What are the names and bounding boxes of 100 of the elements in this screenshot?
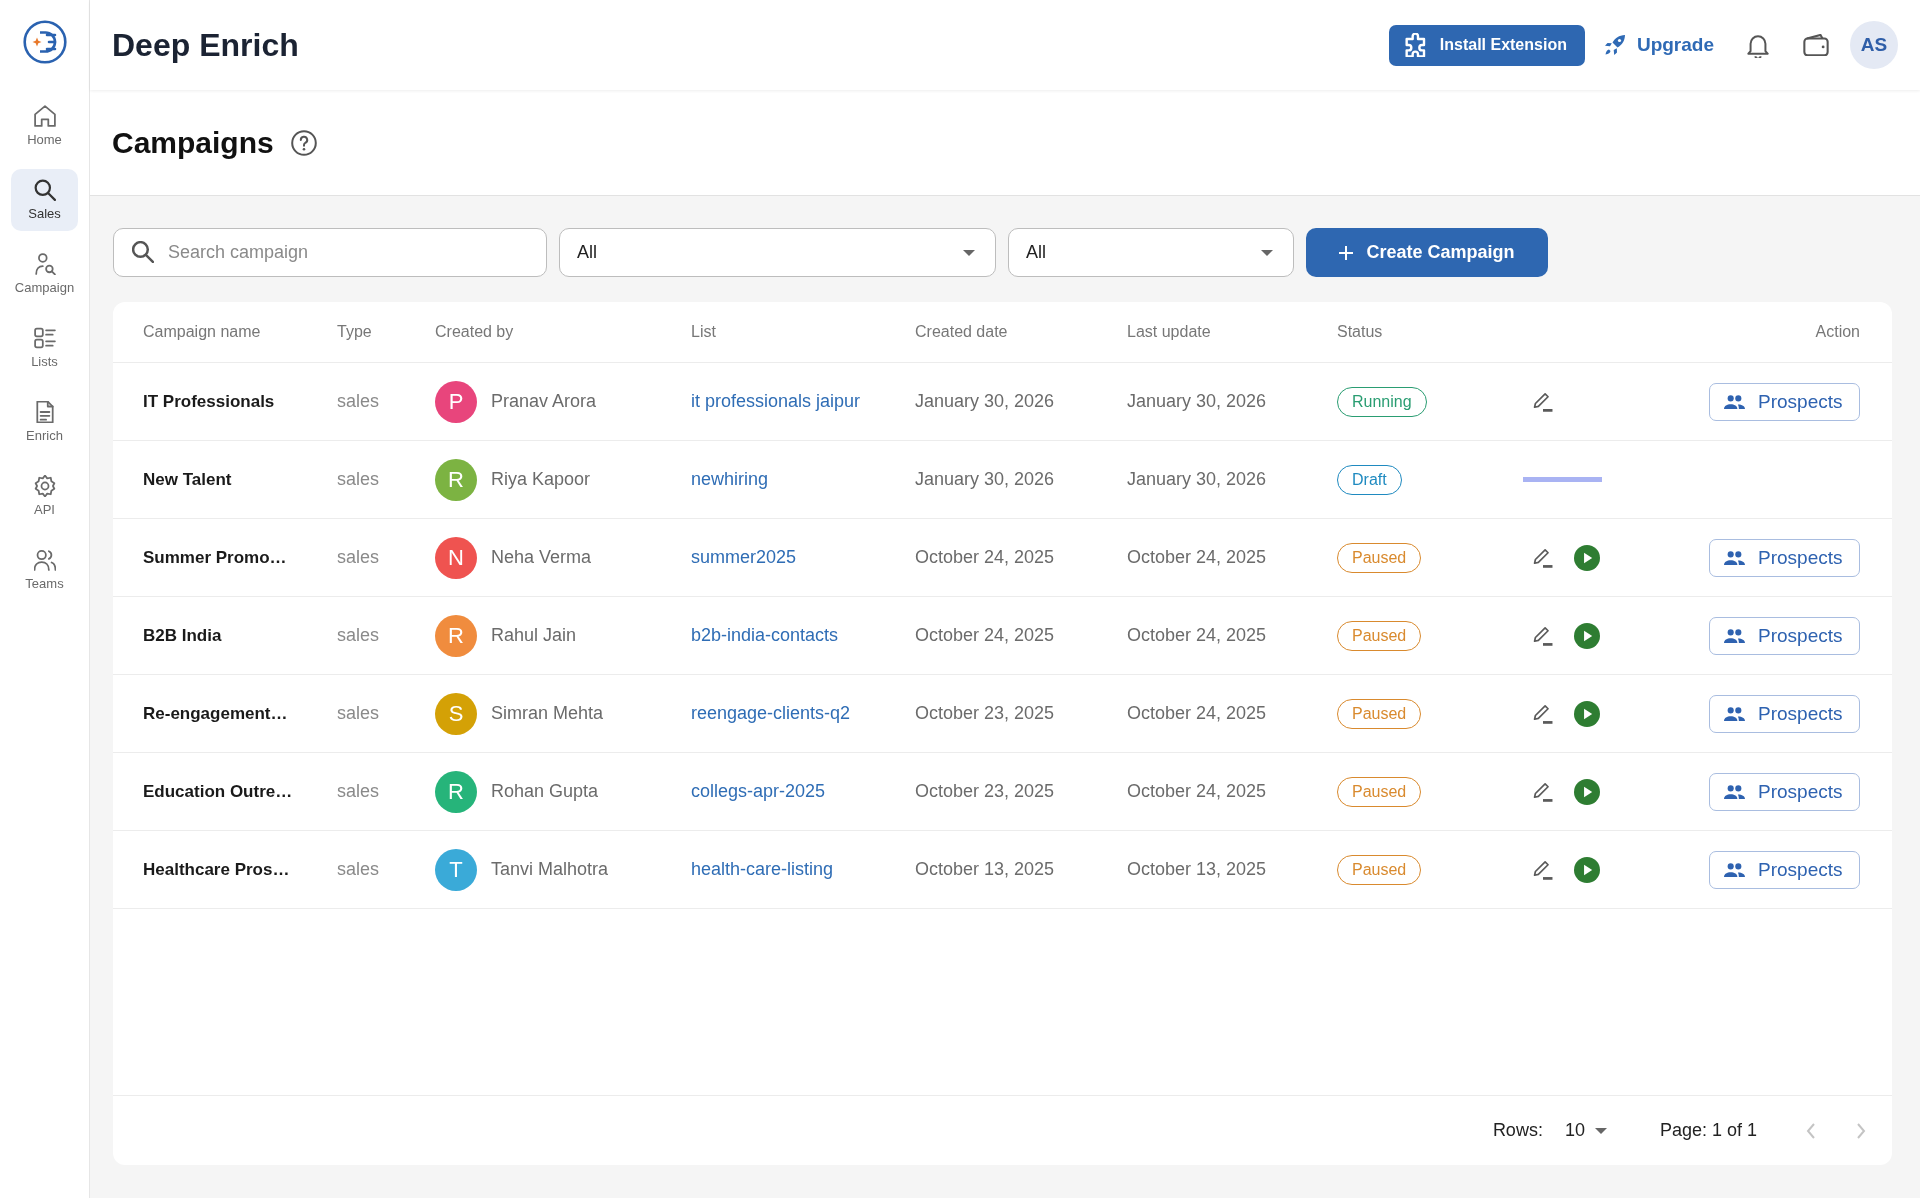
sidebar-item[interactable]: Teams bbox=[11, 539, 78, 601]
pencil-icon[interactable] bbox=[1533, 625, 1553, 646]
sidebar-item[interactable]: Enrich bbox=[11, 391, 78, 453]
list-link[interactable]: it professionals jaipur bbox=[691, 391, 915, 412]
people-icon bbox=[1724, 628, 1745, 643]
pencil-icon[interactable] bbox=[1533, 781, 1553, 802]
last-update-date: October 24, 2025 bbox=[1127, 625, 1268, 646]
last-update-date: October 13, 2025 bbox=[1127, 859, 1268, 880]
creator-name: Tanvi Malhotra bbox=[491, 859, 609, 880]
last-update-date: January 30, 2026 bbox=[1127, 391, 1268, 412]
caret-down-icon bbox=[1261, 249, 1273, 256]
pencil-icon[interactable] bbox=[1533, 391, 1553, 412]
campaign-type: sales bbox=[337, 547, 381, 568]
people-icon[interactable] bbox=[33, 549, 56, 571]
list-link[interactable]: reengage-clients-q2 bbox=[691, 703, 915, 724]
rocket-icon bbox=[1602, 33, 1627, 57]
play-icon[interactable] bbox=[1574, 700, 1600, 727]
last-update-date: October 24, 2025 bbox=[1127, 703, 1268, 724]
creator-avatar: T bbox=[435, 848, 477, 891]
creator-name: Rahul Jain bbox=[491, 625, 577, 646]
last-update-date: January 30, 2026 bbox=[1127, 469, 1268, 490]
column-header: Created date bbox=[915, 323, 1009, 341]
file-icon[interactable] bbox=[33, 401, 56, 423]
created-date: October 24, 2025 bbox=[915, 547, 1056, 568]
install-extension-button[interactable]: Install Extension bbox=[1388, 24, 1585, 66]
column-header: Campaign name bbox=[143, 323, 262, 341]
people-icon bbox=[1724, 862, 1745, 877]
campaign-name: Summer Promo… bbox=[143, 547, 288, 568]
filter-dropdown[interactable]: All bbox=[1008, 228, 1294, 277]
search-field[interactable]: Search campaign bbox=[113, 228, 547, 277]
caret-down-icon bbox=[963, 249, 975, 256]
list-icon[interactable] bbox=[33, 327, 56, 349]
sidebar-item[interactable]: Campaign bbox=[11, 243, 78, 305]
prospects-button[interactable]: Prospects bbox=[1709, 616, 1860, 655]
campaign-type: sales bbox=[337, 469, 381, 490]
creator-name: Neha Verma bbox=[491, 547, 592, 568]
play-icon[interactable] bbox=[1574, 778, 1600, 805]
list-link[interactable]: health-care-listing bbox=[691, 859, 915, 880]
play-icon[interactable] bbox=[1574, 856, 1600, 883]
home-icon[interactable] bbox=[33, 105, 56, 127]
prospects-button[interactable]: Prospects bbox=[1709, 538, 1860, 577]
campaign-type: sales bbox=[337, 781, 381, 802]
creator-name: Pranav Arora bbox=[491, 391, 597, 412]
rows-label: Rows: bbox=[1492, 1120, 1543, 1141]
rows-per-page-select[interactable]: 10 bbox=[1564, 1120, 1607, 1141]
creator-avatar: R bbox=[435, 614, 477, 657]
wallet-icon[interactable] bbox=[1803, 34, 1829, 56]
create-campaign-button[interactable]: Create Campaign bbox=[1306, 228, 1548, 277]
campaign-name: Re-engagement… bbox=[143, 703, 289, 724]
help-icon[interactable] bbox=[290, 129, 317, 156]
campaign-type: sales bbox=[337, 703, 381, 724]
list-link[interactable]: summer2025 bbox=[691, 547, 915, 568]
people-icon bbox=[1724, 550, 1745, 565]
column-header: Last update bbox=[1127, 323, 1212, 341]
creator-avatar: N bbox=[435, 536, 477, 579]
list-link[interactable]: collegs-apr-2025 bbox=[691, 781, 915, 802]
sidebar-item[interactable]: Lists bbox=[11, 317, 78, 379]
creator-name: Simran Mehta bbox=[491, 703, 604, 724]
person-search-icon[interactable] bbox=[33, 253, 56, 275]
prospects-button[interactable]: Prospects bbox=[1709, 850, 1860, 889]
user-avatar[interactable]: AS bbox=[1850, 21, 1898, 69]
upgrade-link[interactable]: Upgrade bbox=[1602, 33, 1714, 57]
gear-icon[interactable] bbox=[33, 475, 56, 497]
creator-name: Riya Kapoor bbox=[491, 469, 591, 490]
people-icon bbox=[1724, 784, 1745, 799]
list-link[interactable]: newhiring bbox=[691, 469, 915, 490]
list-link[interactable]: b2b-india-contacts bbox=[691, 625, 915, 646]
search-icon bbox=[132, 241, 154, 263]
pencil-icon[interactable] bbox=[1533, 547, 1553, 568]
column-header: Type bbox=[337, 323, 373, 341]
pencil-icon[interactable] bbox=[1533, 703, 1553, 724]
bell-icon[interactable] bbox=[1747, 32, 1769, 58]
search-icon[interactable] bbox=[33, 179, 56, 201]
play-icon[interactable] bbox=[1574, 544, 1600, 571]
last-update-date: October 24, 2025 bbox=[1127, 781, 1268, 802]
sidebar-item[interactable]: Home bbox=[11, 95, 78, 157]
last-update-date: October 24, 2025 bbox=[1127, 547, 1268, 568]
creator-avatar: P bbox=[435, 380, 477, 423]
prospects-button[interactable]: Prospects bbox=[1709, 772, 1860, 811]
sidebar-item[interactable]: Sales bbox=[11, 169, 78, 231]
creator-avatar: R bbox=[435, 458, 477, 501]
campaign-name: Healthcare Pros… bbox=[143, 859, 291, 880]
created-date: October 23, 2025 bbox=[915, 781, 1056, 802]
column-header: Status bbox=[1337, 323, 1384, 341]
created-date: October 24, 2025 bbox=[915, 625, 1056, 646]
column-header: List bbox=[691, 323, 717, 341]
prospects-button[interactable]: Prospects bbox=[1709, 694, 1860, 733]
creator-avatar: R bbox=[435, 770, 477, 813]
creator-avatar: S bbox=[435, 692, 477, 735]
created-date: January 30, 2026 bbox=[915, 469, 1056, 490]
campaign-name: Education Outre… bbox=[143, 781, 294, 802]
pencil-icon[interactable] bbox=[1533, 859, 1553, 880]
campaign-type: sales bbox=[337, 391, 381, 412]
play-icon[interactable] bbox=[1574, 622, 1600, 649]
filter-dropdown[interactable]: All bbox=[559, 228, 996, 277]
caret-down-icon bbox=[1594, 1127, 1607, 1134]
prospects-button[interactable]: Prospects bbox=[1709, 382, 1860, 421]
campaign-type: sales bbox=[337, 625, 381, 646]
people-icon bbox=[1724, 394, 1745, 409]
sidebar-item[interactable]: API bbox=[11, 465, 78, 527]
